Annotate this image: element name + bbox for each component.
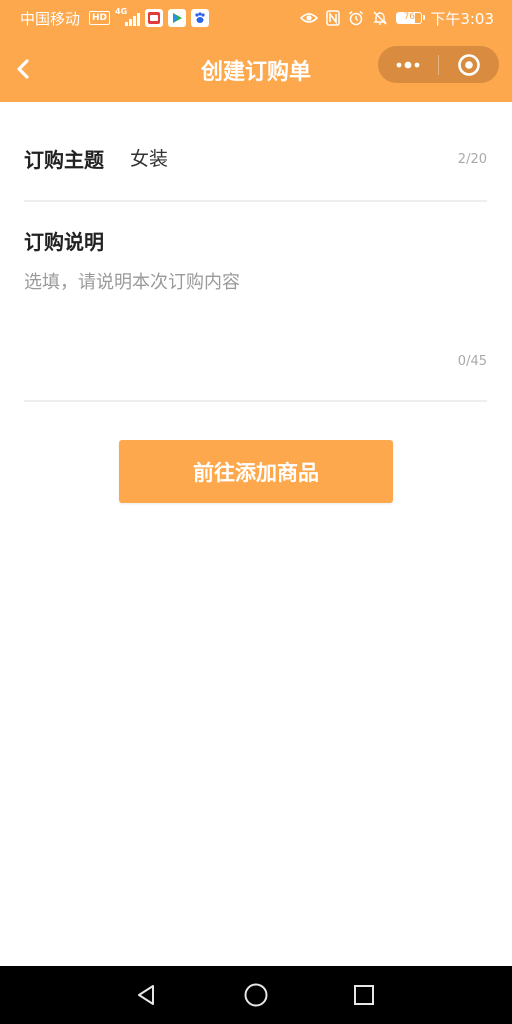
status-bar: 中国移动 HD 4G 76 下午3:03	[0, 0, 512, 36]
create-order-screen: 中国移动 HD 4G 76 下午3:03 创建订购单 订购主题 女装 2/20 …	[0, 0, 512, 1024]
paw-app-icon	[190, 9, 209, 27]
back-chevron-icon[interactable]	[10, 56, 36, 82]
nfc-icon	[326, 10, 341, 26]
close-target-icon[interactable]	[439, 46, 499, 83]
system-navigation-bar	[0, 966, 512, 1024]
eye-icon	[300, 11, 319, 25]
video-app-icon	[144, 9, 163, 27]
alarm-icon	[348, 10, 364, 26]
status-icons-left: HD 4G	[89, 7, 209, 28]
status-icons-right: 76 下午3:03	[300, 8, 494, 28]
order-form: 订购主题 2/20 订购说明 0/45	[24, 102, 487, 402]
network-type: 4G	[115, 7, 128, 16]
subject-row: 订购主题 2/20	[24, 102, 487, 202]
description-char-counter: 0/45	[457, 354, 487, 369]
circle-home-icon[interactable]	[241, 980, 271, 1010]
mini-program-capsule	[378, 46, 499, 83]
subject-label: 订购主题	[24, 148, 104, 172]
media-player-icon	[167, 9, 186, 27]
battery-indicator: 76	[396, 12, 426, 24]
square-recents-icon[interactable]	[349, 980, 379, 1010]
app-header: 中国移动 HD 4G 76 下午3:03 创建订购单	[0, 0, 512, 102]
status-time: 下午3:03	[430, 9, 494, 28]
more-dots-icon[interactable]	[378, 46, 438, 83]
add-products-button[interactable]: 前往添加商品	[119, 440, 393, 503]
signal-icon: 4G	[115, 7, 140, 26]
hd-badge: HD	[89, 11, 111, 25]
description-textarea[interactable]	[24, 268, 484, 348]
subject-input[interactable]	[130, 142, 430, 172]
navigation-bar: 创建订购单	[0, 36, 512, 102]
description-label: 订购说明	[24, 230, 104, 254]
carrier-name: 中国移动	[20, 10, 81, 28]
mute-icon	[372, 10, 388, 26]
triangle-back-icon[interactable]	[131, 980, 161, 1010]
description-row: 订购说明 0/45	[24, 202, 487, 402]
subject-char-counter: 2/20	[457, 152, 487, 167]
